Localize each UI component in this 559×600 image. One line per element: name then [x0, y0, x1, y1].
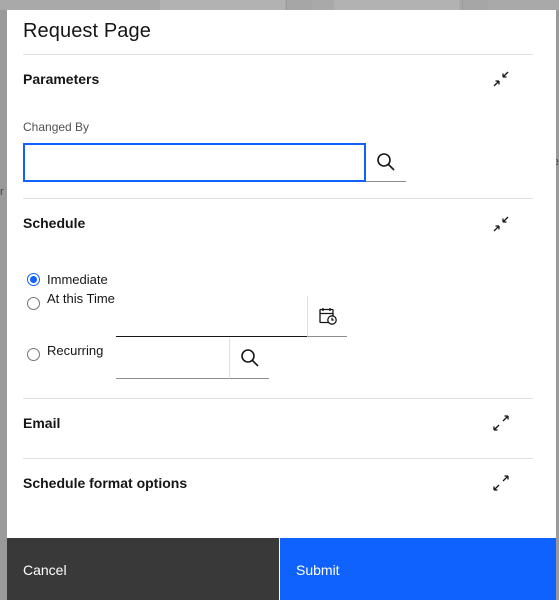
- radio-immediate[interactable]: Immediate: [27, 272, 108, 287]
- changed-by-search-button[interactable]: [366, 143, 406, 182]
- divider: [23, 458, 533, 459]
- time-input[interactable]: [116, 296, 307, 337]
- minimize-icon[interactable]: [492, 70, 510, 88]
- divider: [23, 54, 533, 55]
- minimize-icon[interactable]: [492, 215, 510, 233]
- maximize-icon[interactable]: [492, 474, 510, 492]
- request-page-modal: Request Page Parameters Changed By Sched…: [7, 10, 556, 600]
- divider: [23, 398, 533, 399]
- radio-button[interactable]: [27, 273, 40, 286]
- section-title-format-options: Schedule format options: [23, 475, 188, 491]
- modal-title: Request Page: [23, 20, 151, 42]
- changed-by-input[interactable]: [23, 143, 366, 182]
- radio-label: Immediate: [47, 272, 108, 287]
- section-title-parameters: Parameters: [23, 71, 100, 87]
- modal-footer: Cancel Submit: [7, 538, 556, 600]
- background-button: [286, 0, 312, 10]
- radio-button[interactable]: [27, 297, 40, 310]
- recurring-input[interactable]: [116, 338, 229, 379]
- search-icon: [240, 349, 259, 367]
- radio-at-this-time[interactable]: At this Time: [27, 291, 115, 310]
- calendar-clock-icon: [318, 308, 337, 325]
- radio-recurring[interactable]: Recurring: [27, 339, 103, 361]
- cancel-button[interactable]: Cancel: [7, 538, 280, 600]
- search-icon: [377, 153, 395, 171]
- changed-by-label: Changed By: [23, 120, 90, 134]
- section-title-schedule: Schedule: [23, 215, 86, 231]
- background-button: [462, 0, 488, 10]
- maximize-icon[interactable]: [492, 414, 510, 432]
- section-title-email: Email: [23, 415, 61, 431]
- radio-button[interactable]: [27, 348, 40, 361]
- background-input: [160, 0, 285, 10]
- radio-label: At this Time: [47, 291, 115, 306]
- radio-label: Recurring: [47, 342, 104, 358]
- time-picker-button[interactable]: [307, 296, 347, 337]
- submit-button[interactable]: Submit: [280, 538, 556, 600]
- background-input: [334, 0, 459, 10]
- recurring-search-button[interactable]: [229, 338, 269, 379]
- background-text: r: [0, 186, 4, 198]
- divider: [23, 198, 533, 199]
